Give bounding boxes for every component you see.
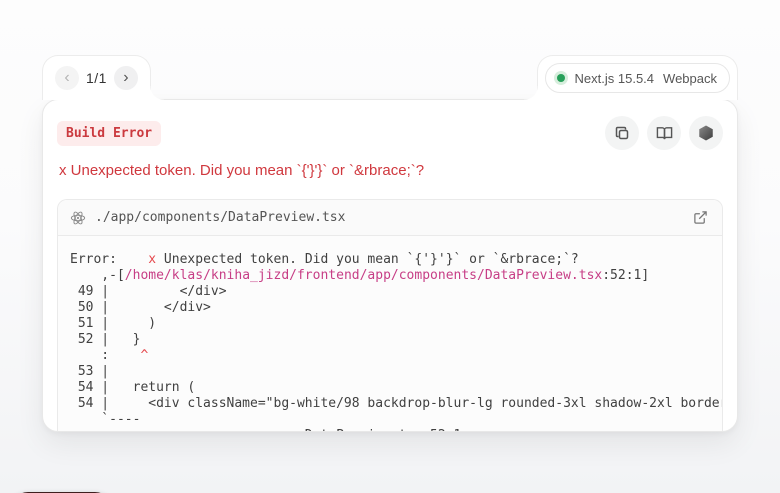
dialog-toolbar (605, 116, 723, 150)
code-frame: ./app/components/DataPreview.tsx Error: … (57, 199, 723, 432)
code-line: `---- (70, 412, 710, 428)
code-lines: Error: x Unexpected token. Did you mean … (58, 236, 722, 432)
chevron-right-icon: › (123, 67, 128, 89)
code-line: 49 | </div> (70, 284, 710, 300)
version-label: Next.js 15.5.4 (575, 71, 655, 86)
external-link-icon (693, 210, 708, 225)
react-icon (70, 210, 86, 226)
code-line: 50 | </div> (70, 300, 710, 316)
code-line: Error: x Unexpected token. Did you mean … (70, 252, 710, 268)
previous-error-button[interactable]: ‹ (55, 66, 79, 90)
bundler-label: Webpack (663, 71, 717, 86)
code-line: 52 | } (70, 332, 710, 348)
book-icon (656, 125, 673, 142)
chevron-left-icon: ‹ (64, 67, 69, 89)
code-line: 51 | ) (70, 316, 710, 332)
error-dialog: Build Error (42, 99, 738, 432)
next-error-button[interactable]: › (114, 66, 138, 90)
code-line: : ^ (70, 348, 710, 364)
runtime-button[interactable] (689, 116, 723, 150)
overlay-header: ‹ 1/1 › Next.js 15.5.4 Webpack (42, 55, 738, 99)
docs-button[interactable] (647, 116, 681, 150)
hexagon-icon (697, 124, 715, 142)
open-in-editor-button[interactable] (691, 208, 710, 227)
copy-icon (614, 125, 630, 141)
error-overlay: ‹ 1/1 › Next.js 15.5.4 Webpack Build Err… (42, 55, 738, 432)
copy-error-button[interactable] (605, 116, 639, 150)
version-badge: Next.js 15.5.4 Webpack (545, 63, 730, 93)
code-line: 53 | (70, 364, 710, 380)
error-type-badge: Build Error (57, 121, 161, 146)
code-line: 54 | return ( (70, 380, 710, 396)
code-line: 54 | <div className="bg-white/98 backdro… (70, 396, 710, 412)
error-pagination-count: 1/1 (86, 70, 107, 86)
code-line: DataPreview.tsx:52:1 (70, 428, 710, 432)
status-dot-icon (554, 71, 568, 85)
version-tab: Next.js 15.5.4 Webpack (537, 55, 738, 100)
pagination-tab: ‹ 1/1 › (42, 55, 151, 100)
source-file-path: ./app/components/DataPreview.tsx (95, 210, 682, 225)
code-frame-header: ./app/components/DataPreview.tsx (58, 200, 722, 236)
code-line: ,-[/home/klas/kniha_jizd/frontend/app/co… (70, 268, 710, 284)
error-message: x Unexpected token. Did you mean `{'}'}`… (57, 160, 723, 182)
